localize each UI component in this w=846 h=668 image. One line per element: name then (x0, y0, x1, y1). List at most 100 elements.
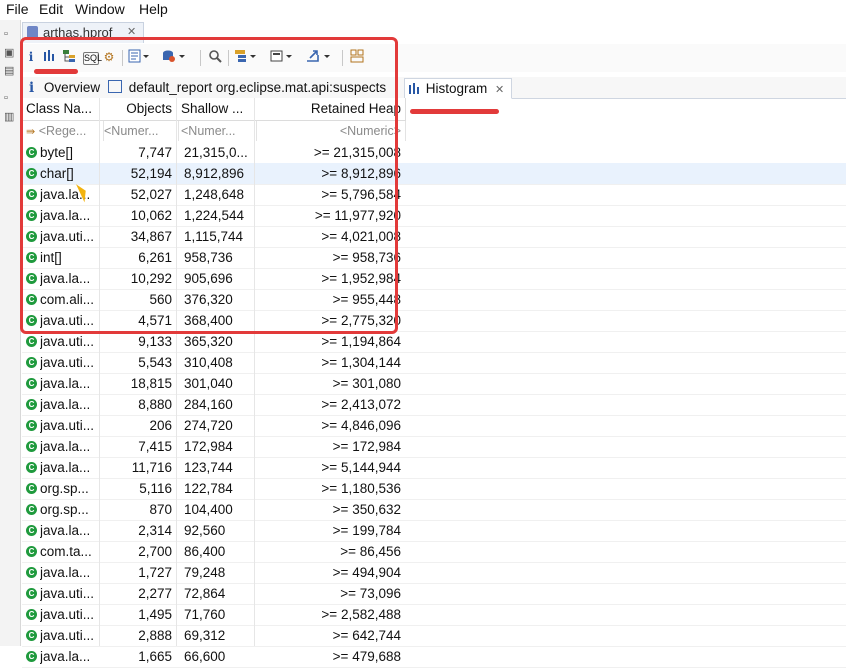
cell-retained-heap: >= 172,984 (332, 439, 401, 454)
class-icon: C (26, 609, 37, 620)
table-row[interactable]: Cjava.la... 7,415 172,984 >= 172,984 (22, 436, 846, 458)
class-icon: C (26, 588, 37, 599)
cell-shallow-heap: 92,560 (184, 523, 226, 538)
cell-objects: 1,665 (138, 649, 172, 664)
class-icon: C (26, 483, 37, 494)
cell-objects: 1,727 (138, 565, 172, 580)
cell-retained-heap: >= 199,784 (332, 523, 401, 538)
cell-objects: 8,880 (138, 397, 172, 412)
cell-retained-heap: >= 1,304,144 (321, 355, 401, 370)
annotation-underline-histogram-tab (410, 109, 499, 114)
cell-shallow-heap: 79,248 (184, 565, 226, 580)
cell-shallow-heap: 284,160 (184, 397, 233, 412)
table-row[interactable]: Cjava.la... 8,880 284,160 >= 2,413,072 (22, 394, 846, 416)
cell-objects: 7,415 (138, 439, 172, 454)
cell-shallow-heap: 66,600 (184, 649, 226, 664)
menu-help[interactable]: Help (139, 1, 168, 17)
table-row[interactable]: Cjava.la... 2,314 92,560 >= 199,784 (22, 520, 846, 542)
cell-class-name: java.la... (40, 397, 91, 412)
cell-shallow-heap: 123,744 (184, 460, 233, 475)
table-row[interactable]: Cjava.uti... 5,543 310,408 >= 1,304,144 (22, 352, 846, 374)
cell-retained-heap: >= 4,846,096 (321, 418, 401, 433)
class-icon: C (26, 462, 37, 473)
class-icon: C (26, 399, 37, 410)
cell-shallow-heap: 301,040 (184, 376, 233, 391)
cell-class-name: java.la... (40, 439, 91, 454)
cell-shallow-heap: 365,320 (184, 334, 233, 349)
cell-objects: 9,133 (138, 334, 172, 349)
class-icon: C (26, 651, 37, 662)
cell-class-name: java.uti... (40, 418, 95, 433)
cell-retained-heap: >= 494,904 (332, 565, 401, 580)
cell-retained-heap: >= 350,632 (332, 502, 401, 517)
cell-retained-heap: >= 1,194,864 (321, 334, 401, 349)
cell-objects: 870 (149, 502, 172, 517)
cell-retained-heap: >= 86,456 (340, 544, 401, 559)
table-row[interactable]: Cjava.la... 18,815 301,040 >= 301,080 (22, 373, 846, 395)
table-row[interactable]: Cjava.uti... 2,277 72,864 >= 73,096 (22, 583, 846, 605)
annotation-underline-toolbar (34, 69, 78, 74)
cell-objects: 5,116 (139, 481, 172, 496)
menu-edit[interactable]: Edit (39, 1, 63, 17)
cell-shallow-heap: 71,760 (184, 607, 226, 622)
class-icon: C (26, 420, 37, 431)
cell-objects: 206 (149, 418, 172, 433)
restore-icon[interactable]: ▫ (4, 28, 8, 40)
menu-window[interactable]: Window (75, 1, 125, 17)
cell-class-name: java.la... (40, 649, 91, 664)
cell-class-name: java.uti... (40, 355, 95, 370)
table-row[interactable]: Cjava.la... 1,727 79,248 >= 494,904 (22, 562, 846, 584)
cell-shallow-heap: 104,400 (184, 502, 233, 517)
tab-histogram[interactable]: Histogram ✕ (404, 78, 512, 99)
class-icon: C (26, 525, 37, 536)
cell-objects: 5,543 (138, 355, 172, 370)
menu-bar: File Edit Window Help (0, 0, 846, 20)
cell-objects: 18,815 (130, 376, 172, 391)
table-row[interactable]: Cjava.uti... 1,495 71,760 >= 2,582,488 (22, 604, 846, 626)
cell-retained-heap: >= 2,413,072 (321, 397, 401, 412)
left-trim-bar: ▫ ▣ ▤ ▫ ▥ (0, 20, 21, 646)
table-row[interactable]: Cjava.la... 1,665 66,600 >= 479,688 (22, 646, 846, 668)
inspector-icon[interactable]: ▣ (4, 46, 14, 59)
cell-shallow-heap: 72,864 (184, 586, 226, 601)
notes-icon[interactable]: ▥ (4, 110, 14, 123)
cell-objects: 2,888 (138, 628, 172, 643)
class-icon: C (26, 630, 37, 641)
cell-class-name: org.sp... (40, 502, 89, 517)
table-row[interactable]: Ccom.ta... 2,700 86,400 >= 86,456 (22, 541, 846, 563)
class-icon: C (26, 546, 37, 557)
table-row[interactable]: Cjava.uti... 9,133 365,320 >= 1,194,864 (22, 331, 846, 353)
class-icon: C (26, 336, 37, 347)
restore-icon-2[interactable]: ▫ (4, 92, 8, 104)
table-row[interactable]: Cjava.uti... 206 274,720 >= 4,846,096 (22, 415, 846, 437)
cell-retained-heap: >= 5,144,944 (321, 460, 401, 475)
close-icon[interactable]: ✕ (495, 84, 504, 96)
menu-file[interactable]: File (6, 1, 29, 17)
class-icon: C (26, 504, 37, 515)
heap-dump-icon[interactable]: ▤ (4, 64, 14, 77)
cell-class-name: java.uti... (40, 586, 95, 601)
table-row[interactable]: Corg.sp... 870 104,400 >= 350,632 (22, 499, 846, 521)
cell-shallow-heap: 122,784 (184, 481, 233, 496)
table-row[interactable]: Cjava.uti... 2,888 69,312 >= 642,744 (22, 625, 846, 647)
cell-class-name: java.la... (40, 523, 91, 538)
table-row[interactable]: Corg.sp... 5,116 122,784 >= 1,180,536 (22, 478, 846, 500)
class-icon: C (26, 567, 37, 578)
cell-class-name: java.uti... (40, 607, 95, 622)
cell-class-name: com.ta... (40, 544, 92, 559)
cell-objects: 1,495 (138, 607, 172, 622)
cell-retained-heap: >= 479,688 (332, 649, 401, 664)
table-row[interactable]: Cjava.la... 11,716 123,744 >= 5,144,944 (22, 457, 846, 479)
cell-retained-heap: >= 1,180,536 (321, 481, 401, 496)
cell-objects: 11,716 (131, 460, 172, 475)
tab-histogram-label: Histogram (425, 81, 488, 96)
cell-objects: 2,700 (138, 544, 172, 559)
histogram-icon (409, 83, 419, 94)
cell-shallow-heap: 69,312 (184, 628, 226, 643)
cell-retained-heap: >= 2,582,488 (321, 607, 401, 622)
cell-retained-heap: >= 642,744 (332, 628, 401, 643)
cell-class-name: java.la... (40, 376, 91, 391)
cell-shallow-heap: 86,400 (184, 544, 226, 559)
cell-class-name: java.la... (40, 460, 91, 475)
class-icon: C (26, 357, 37, 368)
